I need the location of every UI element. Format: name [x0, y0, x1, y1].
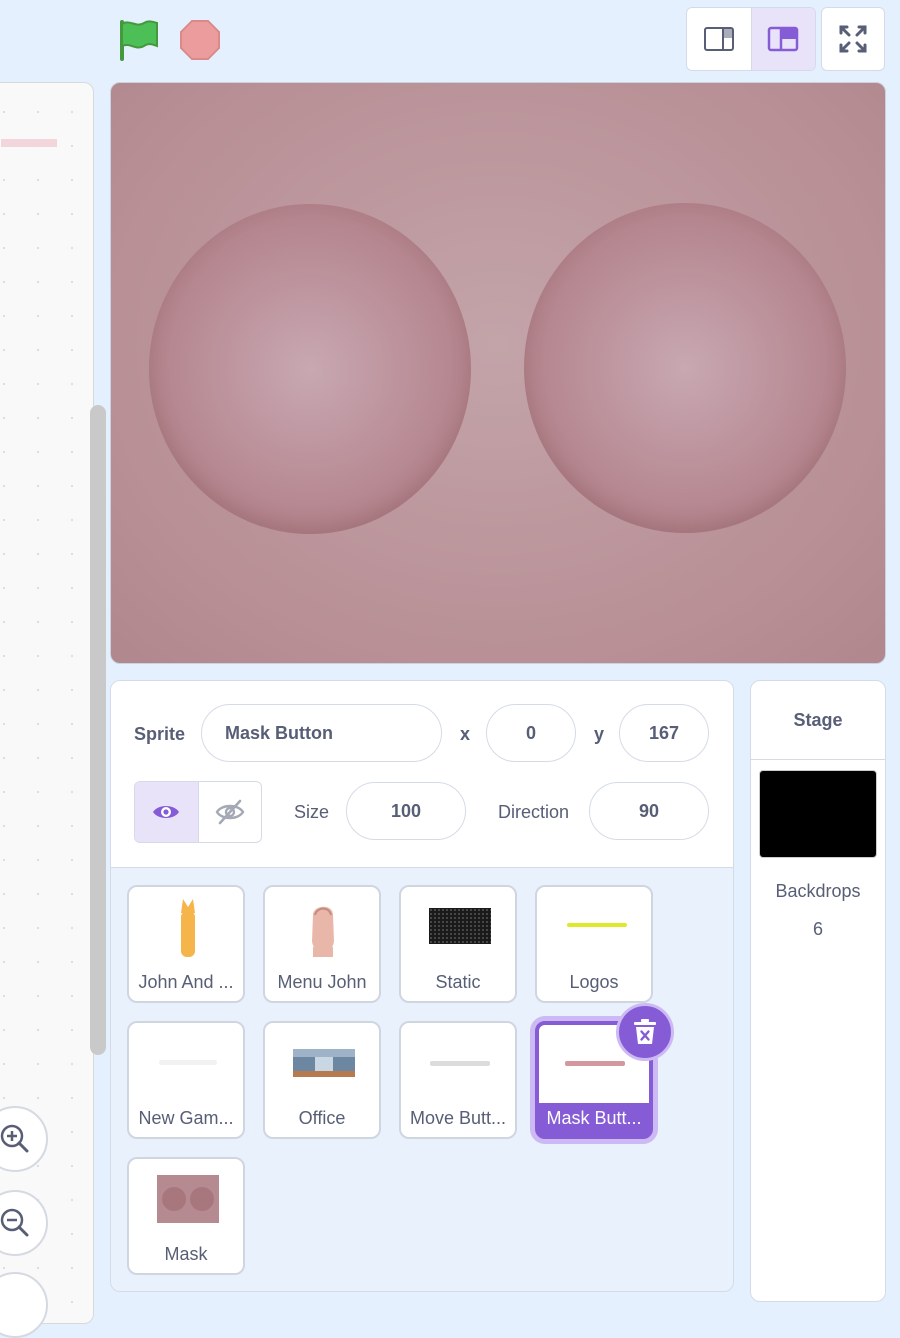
visibility-toggle[interactable]: [134, 781, 262, 843]
sprite-tile-name: Move Butt...: [409, 1108, 507, 1128]
sprite-tile-name: Office: [298, 1108, 346, 1128]
sprite-label: Sprite: [134, 724, 186, 744]
y-input[interactable]: 167: [619, 704, 709, 762]
trash-icon: [634, 1019, 656, 1044]
fullscreen-button[interactable]: [821, 7, 885, 71]
stage-title: Stage: [751, 681, 885, 760]
direction-input[interactable]: 90: [589, 782, 709, 840]
sprite-name-input[interactable]: Mask Button: [201, 704, 442, 762]
stop-icon[interactable]: [179, 19, 221, 61]
sprite-tile-name: New Gam...: [138, 1108, 234, 1128]
sprite-info: Sprite Mask Button x 0 y 167 Size 100 Di…: [111, 681, 733, 868]
y-label: y: [594, 724, 605, 744]
eye-icon: [153, 806, 180, 818]
size-input[interactable]: 100: [346, 782, 466, 840]
green-flag-icon[interactable]: [118, 18, 160, 62]
normal-stage-button[interactable]: [750, 8, 815, 70]
sprite-tile-name: Mask: [164, 1244, 208, 1264]
zoom-in-icon: [0, 1124, 29, 1153]
sprite-thumbnail: [157, 1175, 219, 1223]
eye-hidden-icon: [215, 799, 245, 825]
sprite-thumbnail: [293, 1049, 355, 1077]
stage-size-toggle[interactable]: [686, 7, 816, 71]
stage-thumbnail[interactable]: [759, 770, 877, 858]
backdrops-count: 6: [812, 919, 823, 939]
sprite-tile-name: Static: [435, 972, 481, 992]
sprite-thumbnail: [430, 1061, 490, 1066]
stage-canvas[interactable]: [110, 82, 886, 664]
show-sprite-button[interactable]: [135, 782, 199, 842]
direction-label: Direction: [498, 802, 570, 822]
x-label: x: [460, 724, 471, 744]
sprite-thumbnail: [429, 908, 491, 944]
code-area-scrollbar[interactable]: [90, 405, 106, 1055]
mask-sprite-right-orb: [524, 203, 846, 533]
sprite-tile-name: Logos: [569, 972, 619, 992]
sprite-tile-name: Mask Butt...: [546, 1108, 642, 1128]
sprite-tile[interactable]: Static: [399, 885, 517, 1003]
backdrops-label: Backdrops: [775, 881, 861, 901]
sprite-tile[interactable]: Move Butt...: [399, 1021, 517, 1139]
sprite-tile[interactable]: Mask: [127, 1157, 245, 1275]
hide-sprite-button[interactable]: [199, 782, 262, 842]
sprite-thumbnail: [159, 1060, 217, 1065]
sprite-tile[interactable]: Logos: [535, 885, 653, 1003]
stage-target-pane[interactable]: Stage Backdrops 6: [750, 680, 886, 1302]
small-stage-icon: [703, 27, 734, 51]
sprite-tile[interactable]: Office: [263, 1021, 381, 1139]
sprite-tile-name: John And ...: [138, 972, 234, 992]
sprite-tile[interactable]: John And ...: [127, 885, 245, 1003]
size-label: Size: [294, 802, 330, 822]
zoom-out-icon: [0, 1208, 29, 1237]
normal-stage-icon: [768, 26, 799, 52]
delete-sprite-button[interactable]: [616, 1003, 674, 1061]
sprite-tile[interactable]: Menu John: [263, 885, 381, 1003]
sprite-thumbnail: [181, 899, 195, 957]
sprite-tile[interactable]: New Gam...: [127, 1021, 245, 1139]
code-block-fragment[interactable]: [1, 139, 57, 147]
sprite-tile-name: Menu John: [277, 972, 367, 992]
small-stage-button[interactable]: [687, 8, 751, 70]
sprite-thumbnail: [567, 923, 627, 927]
x-input[interactable]: 0: [486, 704, 576, 762]
mask-sprite-left-orb: [149, 204, 471, 534]
sprite-thumbnail: [312, 906, 334, 957]
sprite-thumbnail: [565, 1061, 625, 1066]
fullscreen-icon: [839, 25, 867, 53]
sprite-pane: Sprite Mask Button x 0 y 167 Size 100 Di…: [110, 680, 734, 1292]
